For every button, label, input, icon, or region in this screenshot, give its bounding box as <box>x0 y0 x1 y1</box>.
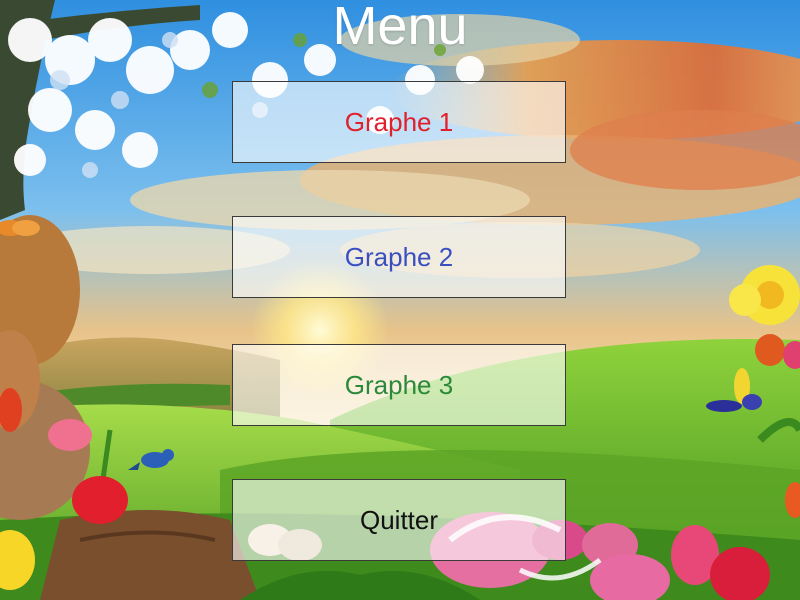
graphe-2-button[interactable]: Graphe 2 <box>232 216 566 298</box>
butterfly-left <box>0 220 40 236</box>
quit-button[interactable]: Quitter <box>232 479 566 561</box>
menu-title: Menu <box>332 0 468 56</box>
graphe-1-button[interactable]: Graphe 1 <box>232 81 566 163</box>
log <box>40 510 260 600</box>
graphe-3-button[interactable]: Graphe 3 <box>232 344 566 426</box>
